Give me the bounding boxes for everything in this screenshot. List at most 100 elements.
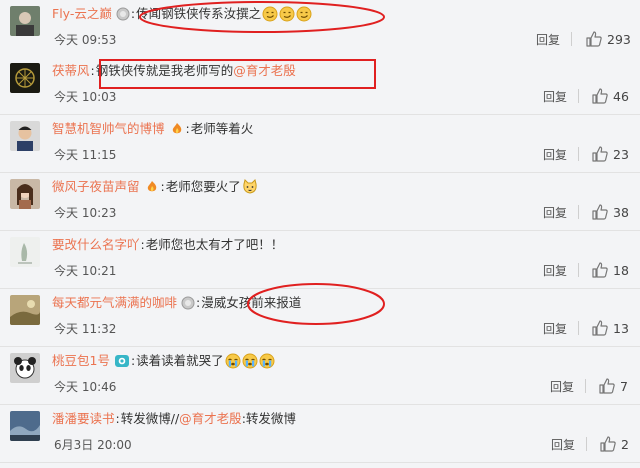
comment-row: 每天都元气满满的咖啡: 漫威女孩前来报道今天 11:32 回复 13 xyxy=(0,289,640,347)
colon: : xyxy=(160,179,165,194)
divider xyxy=(571,32,572,46)
comment-text: 老师您也太有才了吧！！ xyxy=(145,237,284,252)
comment-content: 要改什么名字吖: 老师您也太有才了吧！！ xyxy=(52,235,283,255)
like-count: 46 xyxy=(613,89,629,104)
comment-content: Fly-云之巅: 传闻钢铁侠传系汝撰之 xyxy=(52,4,312,24)
crying-emoji-icon xyxy=(242,353,258,369)
username-link[interactable]: 每天都元气满满的咖啡 xyxy=(52,293,177,313)
comment-row: Fly-云之巅: 传闻钢铁侠传系汝撰之今天 09:53 回复 293 xyxy=(0,0,640,58)
mention-link[interactable]: @育才老殷 xyxy=(179,409,242,429)
avatar[interactable] xyxy=(10,295,40,325)
timestamp: 今天 10:03 xyxy=(54,90,117,104)
comment-row: 智慧机智帅气的博博: 老师等着火今天 11:15 回复 23 xyxy=(0,115,640,173)
fire-badge-icon xyxy=(144,180,160,194)
colon: : xyxy=(115,411,120,426)
timestamp: 今天 10:23 xyxy=(54,206,117,220)
reply-button[interactable]: 回复 xyxy=(536,32,560,48)
comment-content: 每天都元气满满的咖啡: 漫威女孩前来报道 xyxy=(52,293,301,313)
comment-content: 智慧机智帅气的博博: 老师等着火 xyxy=(52,119,253,139)
reply-button[interactable]: 回复 xyxy=(543,89,567,105)
username-link[interactable]: 智慧机智帅气的博博 xyxy=(52,119,165,139)
thumbs-up-icon[interactable] xyxy=(598,377,616,395)
timestamp: 今天 11:32 xyxy=(54,322,117,336)
avatar[interactable] xyxy=(10,179,40,209)
avatar[interactable] xyxy=(10,237,40,267)
vip-badge-icon xyxy=(114,354,130,368)
cat-emoji-icon xyxy=(242,179,258,195)
colon: : xyxy=(140,237,145,252)
smirk-emoji-icon xyxy=(279,6,295,22)
reply-button[interactable]: 回复 xyxy=(543,321,567,337)
comment-text-tail: :转发微博 xyxy=(241,411,296,426)
avatar[interactable] xyxy=(10,6,40,36)
smirk-emoji-icon xyxy=(296,6,312,22)
divider xyxy=(578,263,579,277)
like-count: 23 xyxy=(613,147,629,162)
divider xyxy=(578,147,579,161)
divider xyxy=(585,379,586,393)
like-count: 13 xyxy=(613,321,629,336)
comment-row: 要改什么名字吖: 老师您也太有才了吧！！ 今天 10:21 回复 18 xyxy=(0,231,640,289)
thumbs-up-icon[interactable] xyxy=(591,319,609,337)
crying-emoji-icon xyxy=(225,353,241,369)
reply-button[interactable]: 回复 xyxy=(543,263,567,279)
comment-text: 漫威女孩前来报道 xyxy=(201,295,302,310)
colon: : xyxy=(185,121,190,136)
timestamp: 今天 11:15 xyxy=(54,148,117,162)
divider xyxy=(578,205,579,219)
mention-link[interactable]: @育才老殷 xyxy=(233,61,296,81)
like-count: 7 xyxy=(620,379,628,394)
avatar[interactable] xyxy=(10,353,40,383)
comment-content: 潘潘要读书: 转发微博//@育才老殷:转发微博 xyxy=(52,409,296,429)
username-link[interactable]: 要改什么名字吖 xyxy=(52,235,140,255)
comment-text: 传闻钢铁侠传系汝撰之 xyxy=(136,6,262,21)
colon: : xyxy=(196,295,201,310)
timestamp: 6月3日 20:00 xyxy=(54,438,132,452)
avatar[interactable] xyxy=(10,121,40,151)
username-link[interactable]: 桃豆包1号 xyxy=(52,351,110,371)
like-count: 18 xyxy=(613,263,629,278)
smirk-emoji-icon xyxy=(262,6,278,22)
username-link[interactable]: 微风子夜苗声留 xyxy=(52,177,140,197)
divider xyxy=(578,321,579,335)
avatar[interactable] xyxy=(10,411,40,441)
thumbs-up-icon[interactable] xyxy=(591,261,609,279)
silver-medal-icon xyxy=(181,296,195,310)
username-link[interactable]: 潘潘要读书 xyxy=(52,409,115,429)
comment-row: 茯蒂风: 钢铁侠传就是我老师写的 @育才老殷今天 10:03 回复 46 xyxy=(0,57,640,115)
reply-button[interactable]: 回复 xyxy=(551,437,575,453)
reply-button[interactable]: 回复 xyxy=(550,379,574,395)
comment-text: 钢铁侠传就是我老师写的 xyxy=(95,63,234,78)
colon: : xyxy=(130,353,136,368)
username-link[interactable]: Fly-云之巅 xyxy=(52,4,112,24)
username-link[interactable]: 茯蒂风 xyxy=(52,61,90,81)
like-count: 293 xyxy=(607,32,631,47)
comment-list: Fly-云之巅: 传闻钢铁侠传系汝撰之 今天 09:53 回复 293 茯蒂风: 钢铁侠传就… xyxy=(0,0,640,468)
silver-medal-icon xyxy=(116,7,130,21)
reply-button[interactable]: 回复 xyxy=(543,147,567,163)
comment-text: 老师您要火了 xyxy=(165,179,241,194)
comment-row: 微风子夜苗声留: 老师您要火了今天 10:23 回复 38 xyxy=(0,173,640,231)
comment-content: 桃豆包1号: 读着读着就哭了 xyxy=(52,351,275,371)
comment-row: 潘潘要读书: 转发微博//@育才老殷:转发微博 6月3日 20:00 回复 2 xyxy=(0,405,640,463)
comment-row: 桃豆包1号: 读着读着就哭了今天 10:46 回复 7 xyxy=(0,347,640,405)
thumbs-up-icon[interactable] xyxy=(591,87,609,105)
like-count: 2 xyxy=(621,437,629,452)
colon: : xyxy=(90,63,95,78)
like-count: 38 xyxy=(613,205,629,220)
colon: : xyxy=(130,6,136,21)
thumbs-up-icon[interactable] xyxy=(591,145,609,163)
thumbs-up-icon[interactable] xyxy=(591,203,609,221)
avatar[interactable] xyxy=(10,63,40,93)
reply-button[interactable]: 回复 xyxy=(543,205,567,221)
timestamp: 今天 10:21 xyxy=(54,264,117,278)
thumbs-up-icon[interactable] xyxy=(599,435,617,453)
comment-content: 茯蒂风: 钢铁侠传就是我老师写的 @育才老殷 xyxy=(52,61,296,81)
comment-text: 转发微博// xyxy=(120,411,180,426)
thumbs-up-icon[interactable] xyxy=(585,30,603,48)
timestamp: 今天 09:53 xyxy=(54,33,117,47)
comment-text: 老师等着火 xyxy=(190,121,254,136)
timestamp: 今天 10:46 xyxy=(54,380,117,394)
comment-text: 读着读着就哭了 xyxy=(136,353,224,368)
divider xyxy=(578,89,579,103)
